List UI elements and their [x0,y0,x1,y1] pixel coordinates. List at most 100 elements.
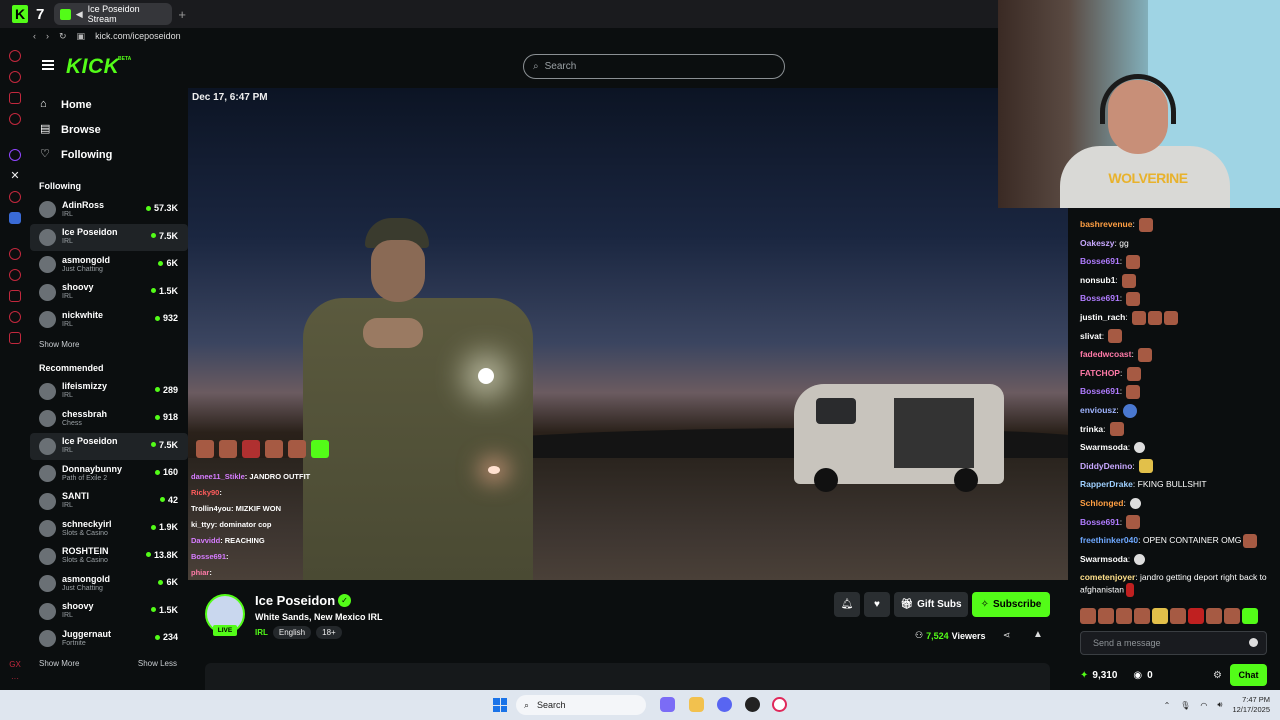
channel-points[interactable]: ✦ 9,310 [1080,670,1117,681]
tag-mature[interactable]: 18+ [316,626,342,639]
sidebar-channel[interactable]: chessbrah Chess 918 [30,405,188,433]
wifi-icon[interactable]: ◠ [1200,701,1207,710]
play-icon[interactable] [9,269,21,281]
chat-message-list[interactable]: bashrevenue: Oakeszy: gg Bosse691: nonsub… [1080,215,1276,600]
gift-subs-button[interactable]: 🎁︎ Gift Subs [894,592,968,617]
chat-username[interactable]: DiddyDenino [1080,461,1132,471]
bluesky-icon[interactable] [9,212,21,224]
chat-username[interactable]: Bosse691 [1080,517,1120,527]
file-explorer-icon[interactable] [689,697,704,712]
follow-heart-icon[interactable]: ♥ [864,592,890,617]
gx-corner-icon[interactable] [9,92,21,104]
clock[interactable]: 7:47 PM 12/17/2025 [1232,695,1270,715]
sidebar-channel[interactable]: asmongold Just Chatting 6K [30,251,188,279]
browser-tab-active[interactable]: ◀ Ice Poseidon Stream [54,3,173,25]
chat-username[interactable]: bashrevenue [1080,219,1132,229]
bookmarks-icon[interactable] [9,290,21,302]
x-twitter-icon[interactable]: ✕ [9,170,21,182]
chat-username[interactable]: enviousz [1080,405,1116,415]
menu-icon[interactable] [42,60,54,70]
sidebar-channel[interactable]: schneckyirl Slots & Casino 1.9K [30,515,188,543]
emote-icon[interactable] [1134,608,1150,624]
emote-icon[interactable] [1206,608,1222,624]
reload-icon[interactable]: ↻ [59,31,67,42]
notification-bell-icon[interactable]: 🔔︎ [834,592,860,617]
back-icon[interactable]: ‹ [33,31,36,41]
obs-icon[interactable] [745,697,760,712]
recommended-show-more[interactable]: Show More [39,659,79,668]
copilot-icon[interactable] [660,697,675,712]
subscribe-button[interactable]: ✧ Subscribe [972,592,1050,617]
chat-username[interactable]: Oakeszy [1080,238,1115,248]
tag-language[interactable]: English [272,626,312,639]
emote-icon[interactable] [1152,608,1168,624]
chat-username[interactable]: Bosse691 [1080,386,1120,396]
nav-following[interactable]: ♡ Following [30,142,188,167]
opera-icon[interactable] [9,50,21,62]
sidebar-channel[interactable]: Ice Poseidon IRL 7.5K [30,432,188,460]
chat-settings-icon[interactable]: ⚙ [1213,670,1222,681]
taskbar-search[interactable]: ⌕ Search [516,695,646,715]
kick-logo[interactable]: KICK [66,55,119,79]
twitch-icon[interactable] [9,149,21,161]
sidebar-channel[interactable]: AdinRoss IRL 57.3K [30,196,188,224]
emote-icon[interactable] [1242,608,1258,624]
reddit-icon[interactable] [9,191,21,203]
emote-icon[interactable] [1116,608,1132,624]
following-show-more[interactable]: Show More [39,340,79,349]
stream-category[interactable]: IRL [255,628,268,637]
chat-username[interactable]: justin_rach [1080,312,1125,322]
emote-icon[interactable] [1098,608,1114,624]
kicks-balance[interactable]: ◉ 0 [1133,670,1152,681]
forward-icon[interactable]: › [46,31,49,41]
video-player[interactable]: Dec 17, 6:47 PM danee11_Stikle: JANDRO O… [188,88,1068,580]
url-field[interactable]: kick.com/iceposeidon [95,31,181,41]
player-icon[interactable] [9,113,21,125]
emote-icon[interactable] [1188,608,1204,624]
chat-username[interactable]: RapperDrake [1080,479,1133,489]
history-icon[interactable] [9,248,21,260]
microphone-icon[interactable]: 🎙︎ [1180,701,1190,710]
tray-overflow-icon[interactable]: ⌃ [1164,701,1171,710]
aria-icon[interactable] [9,71,21,83]
speaker-icon[interactable]: ◀ [76,9,83,20]
sidebar-channel[interactable]: ROSHTEIN Slots & Casino 13.8K [30,543,188,571]
sidebar-channel[interactable]: Donnaybunny Path of Exile 2 160 [30,460,188,488]
sidebar-channel[interactable]: asmongold Just Chatting 6K [30,570,188,598]
sidebar-channel[interactable]: shoovy IRL 1.5K [30,279,188,307]
chat-username[interactable]: freethinker040 [1080,535,1138,545]
discord-icon[interactable] [717,697,732,712]
chat-username[interactable]: Bosse691 [1080,256,1120,266]
chat-username[interactable]: FATCHOP [1080,368,1120,378]
volume-icon[interactable]: 🔊︎ [1217,700,1222,710]
sidebar-channel[interactable]: shoovy IRL 1.5K [30,598,188,626]
chat-username[interactable]: cometenjoyer [1080,572,1135,582]
chat-username[interactable]: Bosse691 [1080,293,1120,303]
sidebar-channel[interactable]: Juggernaut Fortnite 234 [30,625,188,653]
recommended-show-less[interactable]: Show Less [138,659,177,668]
emote-icon[interactable] [1170,608,1186,624]
chat-username[interactable]: nonsub1 [1080,275,1115,285]
share-icon[interactable]: ⋖ [1003,630,1011,641]
sidebar-channel[interactable]: Ice Poseidon IRL 7.5K [30,223,188,251]
chat-send-button[interactable]: Chat [1230,664,1267,686]
chat-username[interactable]: trinka [1080,424,1103,434]
sidebar-channel[interactable]: lifeismizzy IRL 289 [30,378,188,406]
new-tab-icon[interactable]: + [178,7,186,22]
search-input[interactable]: ⌕ Search [523,54,785,79]
chat-message-input[interactable]: Send a message [1080,631,1267,655]
emote-icon[interactable] [1224,608,1240,624]
settings-icon[interactable] [9,332,21,344]
sidebar-channel[interactable]: nickwhite IRL 932 [30,306,188,334]
chat-username[interactable]: fadedwcoast [1080,349,1132,359]
nav-browse[interactable]: ▤ Browse [30,117,188,142]
chat-username[interactable]: Swarmsoda [1080,442,1128,452]
nav-home[interactable]: ⌂ Home [30,92,188,117]
sidebar-channel[interactable]: SANTI IRL 42 [30,488,188,516]
opera-gx-icon[interactable] [772,697,787,712]
emoji-picker-icon[interactable] [1249,638,1258,647]
streamer-name[interactable]: Ice Poseidon [255,593,335,608]
chat-username[interactable]: slivat [1080,331,1102,341]
windows-start-icon[interactable] [493,698,507,712]
emote-icon[interactable] [1080,608,1096,624]
